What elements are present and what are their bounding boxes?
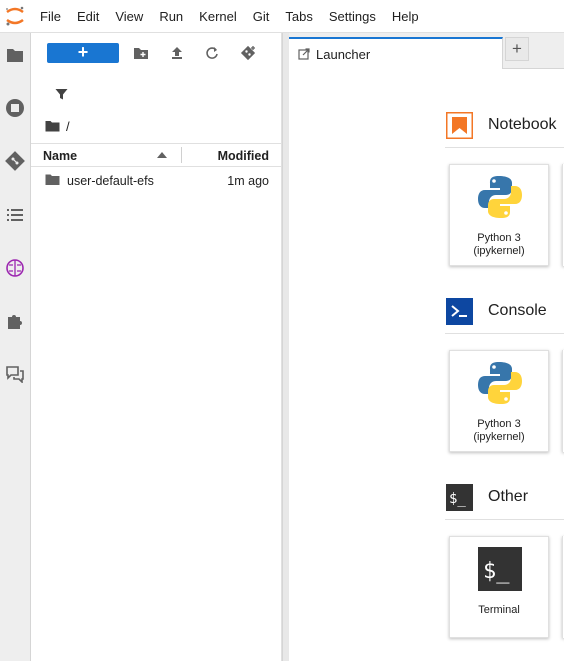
upload-icon[interactable] (167, 43, 187, 63)
file-name: user-default-efs (67, 174, 154, 188)
menu-bar: File Edit View Run Kernel Git Tabs Setti… (0, 0, 564, 33)
svg-text:$_: $_ (483, 559, 510, 584)
folder-icon[interactable] (45, 120, 60, 132)
svg-text:$_: $_ (449, 491, 466, 507)
section-notebook: Notebook (446, 110, 564, 140)
card-label: Terminal (478, 604, 520, 616)
folder-icon[interactable] (3, 43, 27, 67)
file-browser-panel: + / Name Modified user-default-efs 1m ag… (31, 33, 282, 661)
python-logo-icon (476, 359, 524, 407)
console-icon (446, 298, 473, 325)
add-tab-button[interactable]: + (505, 37, 529, 61)
extension-icon[interactable] (3, 309, 27, 333)
column-header-modified[interactable]: Modified (218, 149, 269, 163)
menu-tabs[interactable]: Tabs (277, 0, 320, 33)
folder-icon (45, 174, 60, 185)
section-divider (445, 519, 564, 520)
launcher-card-notebook-python3[interactable]: Python 3 (ipykernel) (449, 164, 549, 266)
section-divider (445, 147, 564, 148)
launcher-card-console-python3[interactable]: Python 3 (ipykernel) (449, 350, 549, 452)
menu-run[interactable]: Run (151, 0, 191, 33)
menu-settings[interactable]: Settings (321, 0, 384, 33)
list-item[interactable]: user-default-efs 1m ago (31, 170, 282, 192)
jupyter-logo-icon[interactable] (4, 5, 26, 27)
brain-icon[interactable] (3, 256, 27, 280)
main-dock-area: Launcher + Notebook Python 3 (ipykernel) (289, 33, 564, 661)
left-activity-bar (0, 33, 31, 661)
menu-view[interactable]: View (107, 0, 151, 33)
panel-splitter[interactable] (282, 33, 289, 661)
menu-kernel[interactable]: Kernel (191, 0, 245, 33)
menu-help[interactable]: Help (384, 0, 427, 33)
python-logo-icon (476, 173, 524, 221)
file-listing-header: Name Modified (31, 143, 282, 167)
terminal-icon: $_ (476, 545, 524, 593)
new-folder-icon[interactable] (131, 43, 151, 63)
menu-file[interactable]: File (32, 0, 69, 33)
tab-launcher[interactable]: Launcher (289, 37, 503, 69)
card-label: Python 3 (ipykernel) (473, 232, 525, 257)
menu-git[interactable]: Git (245, 0, 278, 33)
launcher-card-terminal[interactable]: $_ Terminal (449, 536, 549, 638)
terminal-icon: $_ (446, 484, 473, 511)
breadcrumb: / (45, 117, 70, 135)
section-divider (445, 333, 564, 334)
launcher-tab-icon (298, 48, 310, 60)
sort-caret-up-icon (157, 152, 167, 158)
tab-launcher-label: Launcher (316, 46, 371, 62)
file-modified: 1m ago (227, 174, 269, 188)
tab-bar: Launcher + (289, 33, 564, 69)
section-title-other: Other (488, 488, 529, 505)
filter-icon[interactable] (52, 85, 70, 103)
section-title-notebook: Notebook (488, 116, 557, 133)
git-icon[interactable] (3, 149, 27, 173)
section-console: Console (446, 296, 564, 326)
column-divider[interactable] (181, 147, 182, 163)
section-other: $_ Other (446, 482, 564, 512)
new-launcher-button[interactable]: + (47, 43, 119, 63)
toc-icon[interactable] (3, 203, 27, 227)
chat-icon[interactable] (3, 362, 27, 386)
section-title-console: Console (488, 302, 547, 319)
git-clone-icon[interactable] (238, 43, 258, 63)
refresh-icon[interactable] (202, 43, 222, 63)
notebook-icon (446, 112, 473, 139)
breadcrumb-root[interactable]: / (66, 119, 70, 134)
column-header-name[interactable]: Name (43, 149, 77, 163)
menu-edit[interactable]: Edit (69, 0, 107, 33)
card-label: Python 3 (ipykernel) (473, 418, 525, 443)
running-icon[interactable] (3, 96, 27, 120)
